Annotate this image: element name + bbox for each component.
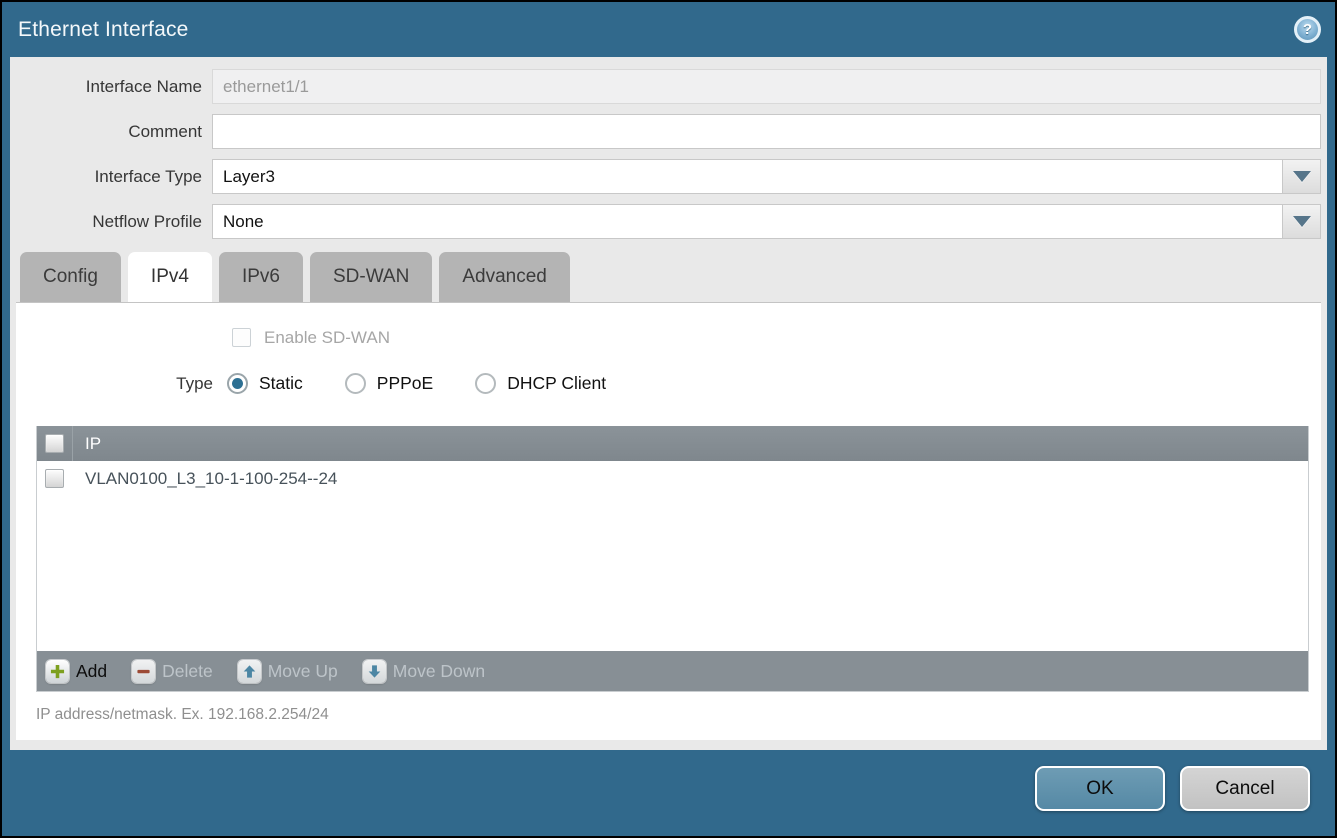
chevron-down-icon bbox=[1293, 171, 1311, 182]
interface-type-label: Interface Type bbox=[16, 167, 202, 187]
tab-bar: Config IPv4 IPv6 SD-WAN Advanced bbox=[20, 252, 1321, 302]
netflow-profile-combobox[interactable]: None bbox=[212, 204, 1321, 239]
ip-table-header: IP bbox=[37, 426, 1308, 461]
dialog-footer: OK Cancel bbox=[2, 750, 1335, 836]
add-button-label: Add bbox=[76, 661, 107, 682]
row-checkbox[interactable] bbox=[45, 469, 64, 488]
ip-table: IP VLAN0100_L3_10-1-100-254--24 bbox=[36, 426, 1309, 692]
tab-ipv6[interactable]: IPv6 bbox=[219, 252, 303, 302]
dialog-content: Interface Name Comment Interface Type La… bbox=[10, 57, 1327, 750]
tab-sdwan[interactable]: SD-WAN bbox=[310, 252, 432, 302]
ip-table-toolbar: Add Delete Move Up bbox=[37, 651, 1308, 691]
radio-pppoe-control[interactable] bbox=[345, 373, 366, 394]
type-label: Type bbox=[16, 374, 213, 394]
netflow-profile-dropdown-button[interactable] bbox=[1282, 205, 1320, 238]
delete-button-label: Delete bbox=[162, 661, 213, 682]
interface-type-value: Layer3 bbox=[213, 160, 1282, 193]
header-checkbox-cell bbox=[37, 426, 73, 461]
comment-label: Comment bbox=[16, 122, 202, 142]
help-icon[interactable]: ? bbox=[1294, 16, 1321, 43]
radio-static-label: Static bbox=[259, 373, 303, 394]
row-checkbox-cell bbox=[37, 469, 73, 488]
chevron-down-icon bbox=[1293, 216, 1311, 227]
dialog-title: Ethernet Interface bbox=[18, 18, 189, 42]
radio-dhcp-client-control[interactable] bbox=[475, 373, 496, 394]
add-button[interactable]: Add bbox=[46, 660, 107, 683]
interface-type-combobox[interactable]: Layer3 bbox=[212, 159, 1321, 194]
interface-name-fieldwrap bbox=[212, 69, 1321, 104]
netflow-profile-label: Netflow Profile bbox=[16, 212, 202, 232]
tab-config[interactable]: Config bbox=[20, 252, 121, 302]
move-up-button[interactable]: Move Up bbox=[238, 660, 338, 683]
form-row-interface-name: Interface Name bbox=[16, 69, 1321, 104]
move-up-button-label: Move Up bbox=[268, 661, 338, 682]
enable-sdwan-checkbox[interactable] bbox=[232, 328, 251, 347]
ip-cell-value[interactable]: VLAN0100_L3_10-1-100-254--24 bbox=[73, 469, 337, 489]
netflow-profile-value: None bbox=[213, 205, 1282, 238]
select-all-checkbox[interactable] bbox=[45, 434, 64, 453]
cancel-button[interactable]: Cancel bbox=[1180, 766, 1310, 811]
ethernet-interface-dialog: Ethernet Interface ? Interface Name Comm… bbox=[0, 0, 1337, 838]
move-down-button-label: Move Down bbox=[393, 661, 485, 682]
plus-icon bbox=[46, 660, 69, 683]
form-row-comment: Comment bbox=[16, 114, 1321, 149]
form-row-interface-type: Interface Type Layer3 bbox=[16, 159, 1321, 194]
interface-type-dropdown-button[interactable] bbox=[1282, 160, 1320, 193]
radio-pppoe[interactable]: PPPoE bbox=[345, 373, 433, 394]
radio-dhcp-client[interactable]: DHCP Client bbox=[475, 373, 606, 394]
comment-input[interactable] bbox=[213, 115, 1320, 148]
ip-format-hint: IP address/netmask. Ex. 192.168.2.254/24 bbox=[36, 706, 1321, 724]
interface-name-label: Interface Name bbox=[16, 77, 202, 97]
arrow-up-icon bbox=[238, 660, 261, 683]
radio-static[interactable]: Static bbox=[227, 373, 303, 394]
radio-dhcp-client-label: DHCP Client bbox=[507, 373, 606, 394]
form-row-netflow-profile: Netflow Profile None bbox=[16, 204, 1321, 239]
delete-button[interactable]: Delete bbox=[132, 660, 213, 683]
tab-ipv4[interactable]: IPv4 bbox=[128, 252, 212, 302]
ipv4-tab-panel: Enable SD-WAN Type Static PPPoE DHCP Cli… bbox=[16, 302, 1321, 740]
interface-name-input[interactable] bbox=[213, 70, 1320, 103]
radio-pppoe-label: PPPoE bbox=[377, 373, 433, 394]
ip-column-header: IP bbox=[73, 434, 101, 454]
radio-static-control[interactable] bbox=[227, 373, 248, 394]
move-down-button[interactable]: Move Down bbox=[363, 660, 485, 683]
minus-icon bbox=[132, 660, 155, 683]
comment-fieldwrap bbox=[212, 114, 1321, 149]
enable-sdwan-label: Enable SD-WAN bbox=[264, 328, 390, 348]
title-bar: Ethernet Interface ? bbox=[2, 2, 1335, 57]
tab-advanced[interactable]: Advanced bbox=[439, 252, 570, 302]
ip-table-body: VLAN0100_L3_10-1-100-254--24 bbox=[37, 461, 1308, 651]
arrow-down-icon bbox=[363, 660, 386, 683]
ok-button[interactable]: OK bbox=[1035, 766, 1165, 811]
table-row[interactable]: VLAN0100_L3_10-1-100-254--24 bbox=[37, 461, 1308, 496]
enable-sdwan-row: Enable SD-WAN bbox=[232, 327, 1321, 348]
type-radio-group: Type Static PPPoE DHCP Client bbox=[16, 372, 1321, 395]
